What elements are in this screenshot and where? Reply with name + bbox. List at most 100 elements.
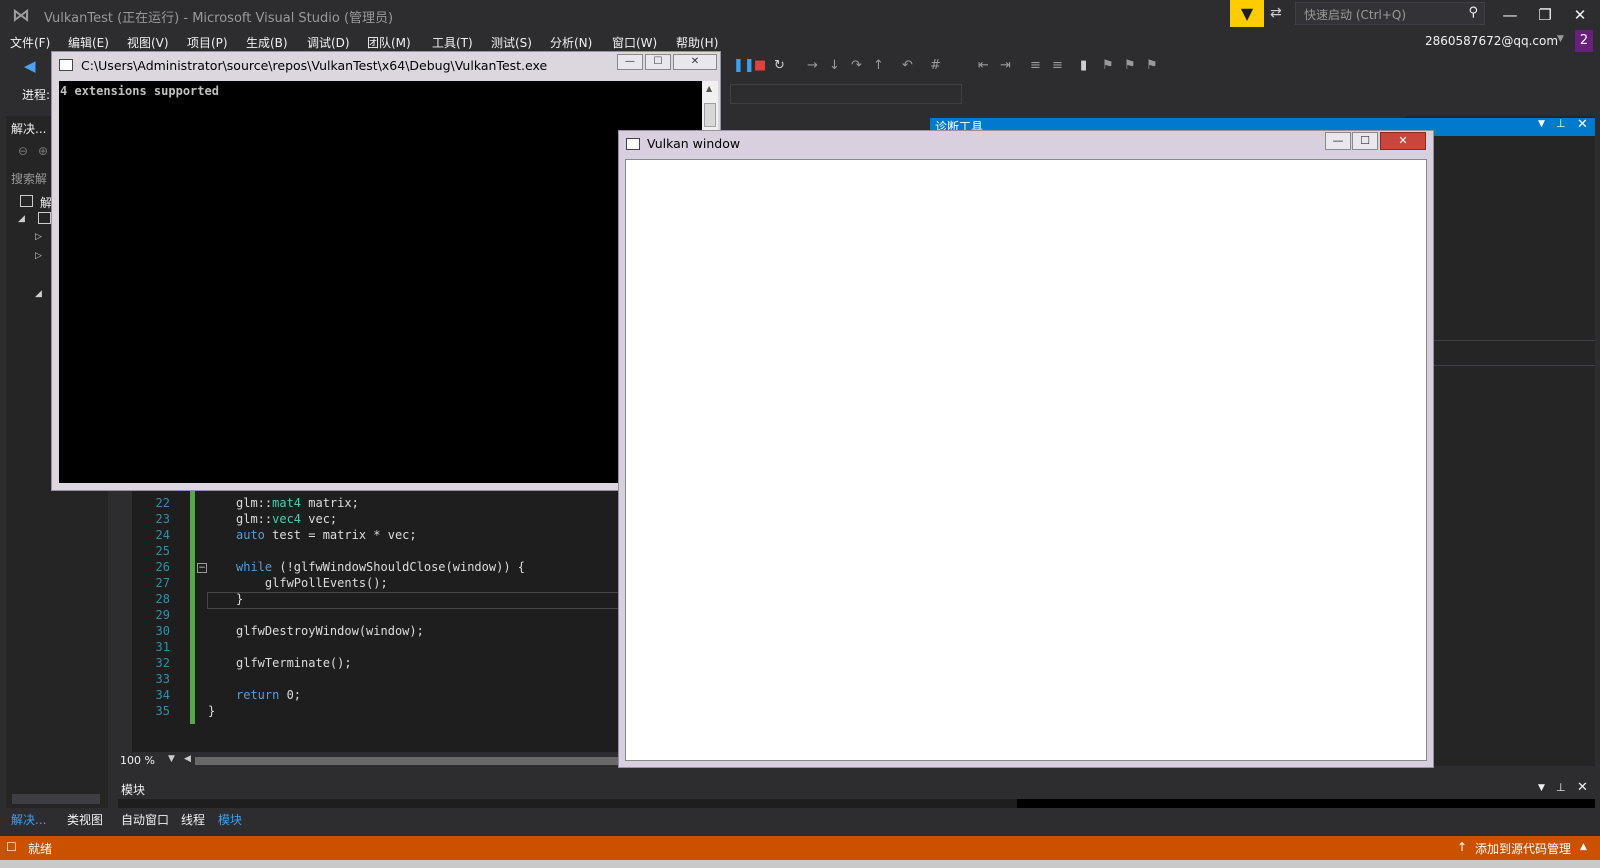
menu-help[interactable]: 帮助(H) bbox=[676, 34, 718, 51]
console-window-title: C:\Users\Administrator\source\repos\Vulk… bbox=[81, 58, 548, 73]
editor-hscrollbar[interactable] bbox=[195, 757, 623, 765]
close-icon[interactable]: ✕ bbox=[1577, 780, 1588, 795]
tab-class-view[interactable]: 类视图 bbox=[67, 811, 103, 828]
vulkan-minimize-button[interactable]: — bbox=[1325, 132, 1351, 150]
zoom-level-dropdown[interactable]: 100 % bbox=[120, 754, 155, 767]
stop-icon[interactable]: ■ bbox=[754, 58, 766, 73]
tree-collapsed-caret-icon[interactable]: ▷ bbox=[35, 251, 42, 261]
pin-icon[interactable]: ⊥ bbox=[1556, 117, 1566, 130]
pause-icon[interactable]: ❚❚ bbox=[733, 58, 755, 73]
scroll-up-icon[interactable]: ▲ bbox=[706, 84, 712, 93]
menu-team[interactable]: 团队(M) bbox=[367, 34, 411, 51]
add-to-source-control-button[interactable]: 添加到源代码管理 bbox=[1475, 840, 1571, 857]
chevron-down-icon[interactable]: ▼ bbox=[1538, 783, 1545, 793]
console-maximize-button[interactable]: ☐ bbox=[645, 54, 671, 70]
chevron-down-icon[interactable]: ▼ bbox=[1557, 34, 1564, 44]
comment-icon[interactable]: ≡ bbox=[1030, 58, 1041, 73]
notification-filter-icon[interactable]: ▼ bbox=[1230, 0, 1264, 27]
visual-studio-logo-icon: ⋈ bbox=[12, 5, 30, 26]
menu-test[interactable]: 测试(S) bbox=[491, 34, 532, 51]
tab-autos[interactable]: 自动窗口 bbox=[121, 811, 169, 828]
restore-button[interactable]: ❐ bbox=[1530, 4, 1560, 26]
menu-view[interactable]: 视图(V) bbox=[127, 34, 169, 51]
tab-modules[interactable]: 模块 bbox=[218, 811, 242, 828]
vulkan-maximize-button[interactable]: ☐ bbox=[1352, 132, 1378, 150]
status-bar bbox=[0, 836, 1600, 860]
code-line[interactable]: } bbox=[236, 592, 243, 606]
project-icon[interactable] bbox=[38, 212, 51, 224]
collapse-region-icon[interactable]: − bbox=[197, 563, 207, 573]
undo-icon[interactable]: ↶ bbox=[902, 58, 913, 73]
menu-edit[interactable]: 编辑(E) bbox=[68, 34, 109, 51]
code-line[interactable]: while (!glfwWindowShouldClose(window)) { bbox=[236, 560, 525, 574]
account-name[interactable]: 2860587672@qq.com bbox=[1425, 34, 1558, 48]
code-line[interactable]: glm::mat4 matrix; bbox=[236, 496, 359, 510]
step-out-icon[interactable]: ↑ bbox=[873, 58, 884, 73]
code-editor[interactable] bbox=[132, 484, 622, 752]
menu-file[interactable]: 文件(F) bbox=[10, 34, 50, 51]
console-close-button[interactable]: ✕ bbox=[673, 54, 717, 70]
solution-hscrollbar[interactable] bbox=[12, 794, 100, 804]
vulkan-close-button[interactable]: ✕ bbox=[1380, 132, 1426, 150]
solution-search-input[interactable]: 搜索解 bbox=[11, 170, 47, 187]
menu-analyze[interactable]: 分析(N) bbox=[550, 34, 592, 51]
tree-expand-caret-icon[interactable]: ◢ bbox=[35, 289, 42, 299]
code-line[interactable]: glfwPollEvents(); bbox=[236, 576, 388, 590]
close-icon[interactable]: ✕ bbox=[1577, 117, 1588, 132]
tab-solution-explorer[interactable]: 解决... bbox=[11, 811, 46, 828]
tree-collapsed-caret-icon[interactable]: ▷ bbox=[35, 232, 42, 242]
show-next-statement-icon[interactable]: → bbox=[807, 58, 818, 73]
navigate-back-icon[interactable]: ◀ bbox=[24, 57, 36, 75]
code-line[interactable]: glm::vec4 vec; bbox=[236, 512, 337, 526]
stack-frame-dropdown[interactable] bbox=[730, 84, 962, 104]
back-icon[interactable]: ⊖ bbox=[18, 144, 28, 158]
menu-window[interactable]: 窗口(W) bbox=[612, 34, 657, 51]
search-icon: ⚲ bbox=[1468, 5, 1478, 20]
tab-threads[interactable]: 线程 bbox=[181, 811, 205, 828]
next-bookmark-icon[interactable]: ⚑ bbox=[1124, 58, 1136, 73]
chevron-up-icon[interactable]: ▲ bbox=[1580, 842, 1587, 852]
step-into-icon[interactable]: ↓ bbox=[829, 58, 840, 73]
line-number: 26 bbox=[155, 560, 170, 574]
outdent-icon[interactable]: ⇥ bbox=[1000, 58, 1011, 73]
code-line[interactable]: auto test = matrix * vec; bbox=[236, 528, 417, 542]
close-button[interactable]: ✕ bbox=[1565, 4, 1595, 26]
menu-bar bbox=[0, 30, 1600, 52]
console-output-area[interactable] bbox=[59, 81, 702, 483]
code-line[interactable]: glfwDestroyWindow(window); bbox=[236, 624, 424, 638]
line-number: 22 bbox=[155, 496, 170, 510]
scroll-left-icon[interactable]: ◀ bbox=[184, 754, 191, 764]
pin-icon[interactable]: ⊥ bbox=[1556, 781, 1566, 794]
chevron-down-icon[interactable]: ▼ bbox=[168, 754, 175, 764]
uncomment-icon[interactable]: ≡ bbox=[1052, 58, 1063, 73]
line-number: 35 bbox=[155, 704, 170, 718]
menu-debug[interactable]: 调试(D) bbox=[307, 34, 350, 51]
step-over-icon[interactable]: ↷ bbox=[851, 58, 862, 73]
menu-build[interactable]: 生成(B) bbox=[246, 34, 288, 51]
hex-display-icon[interactable]: # bbox=[930, 58, 941, 73]
console-app-icon[interactable] bbox=[59, 59, 73, 71]
indent-icon[interactable]: ⇤ bbox=[978, 58, 989, 73]
process-label: 进程: bbox=[22, 88, 51, 102]
quick-launch-input[interactable]: 快速启动 (Ctrl+Q) ⚲ bbox=[1295, 2, 1485, 25]
restart-icon[interactable]: ↻ bbox=[774, 58, 785, 73]
tree-expand-caret-icon[interactable]: ◢ bbox=[18, 214, 25, 224]
notification-badge[interactable]: 2 bbox=[1575, 30, 1593, 52]
feedback-icon[interactable]: ⇄ bbox=[1270, 5, 1282, 21]
code-line[interactable]: return 0; bbox=[236, 688, 301, 702]
prev-bookmark-icon[interactable]: ⚑ bbox=[1102, 58, 1114, 73]
vulkan-render-surface[interactable] bbox=[625, 159, 1427, 761]
vulkan-app-icon[interactable] bbox=[626, 138, 640, 150]
console-minimize-button[interactable]: — bbox=[617, 54, 643, 70]
console-scroll-thumb[interactable] bbox=[704, 103, 716, 127]
chevron-down-icon[interactable]: ▼ bbox=[1538, 119, 1545, 129]
menu-project[interactable]: 项目(P) bbox=[187, 34, 228, 51]
code-line[interactable]: } bbox=[208, 704, 215, 718]
clear-bookmarks-icon[interactable]: ⚑ bbox=[1146, 58, 1158, 73]
forward-icon[interactable]: ⊕ bbox=[38, 144, 48, 158]
bookmark-icon[interactable]: ▮ bbox=[1080, 58, 1087, 73]
modules-panel-title: 模块 bbox=[121, 783, 146, 797]
menu-tools[interactable]: 工具(T) bbox=[432, 34, 473, 51]
code-line[interactable]: glfwTerminate(); bbox=[236, 656, 352, 670]
minimize-button[interactable]: — bbox=[1495, 4, 1525, 26]
